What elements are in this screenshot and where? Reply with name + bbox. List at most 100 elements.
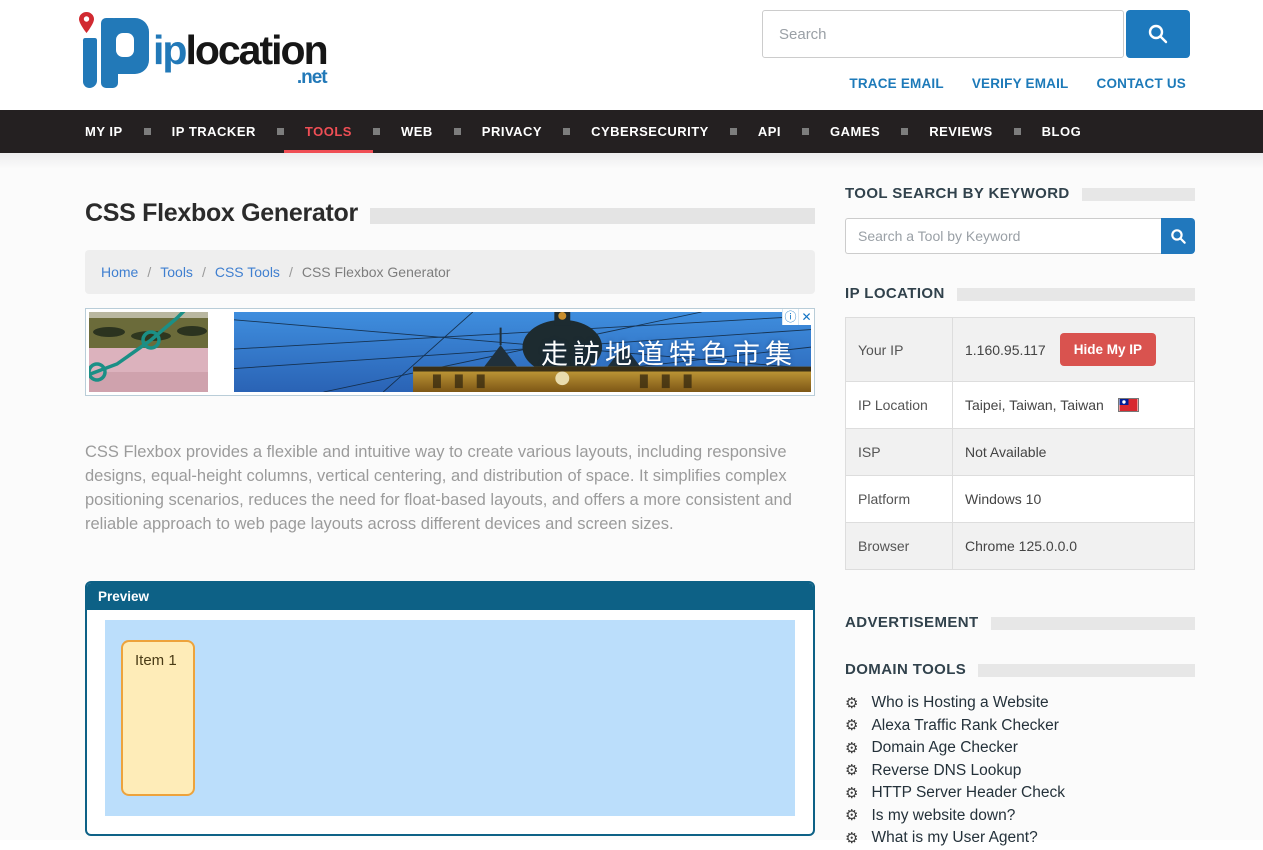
gear-icon: ⚙ xyxy=(845,741,858,756)
ip-row-label: Browser xyxy=(846,523,953,570)
nav-item-blog[interactable]: BLOG xyxy=(1021,110,1103,153)
nav-item-games[interactable]: GAMES xyxy=(809,110,901,153)
domain-tool-label: Is my website down? xyxy=(871,807,1015,825)
tool-search-form xyxy=(845,218,1195,254)
header-search xyxy=(762,10,1190,58)
domain-tool-http-header[interactable]: ⚙ HTTP Server Header Check xyxy=(845,782,1195,804)
nav-separator xyxy=(454,128,461,135)
trace-email-link[interactable]: TRACE EMAIL xyxy=(849,76,943,91)
gear-icon: ⚙ xyxy=(845,763,858,778)
nav-item-api[interactable]: API xyxy=(737,110,802,153)
domain-tools-heading: DOMAIN TOOLS xyxy=(845,661,966,678)
ip-row-label: IP Location xyxy=(846,382,953,429)
tool-description: CSS Flexbox provides a flexible and intu… xyxy=(85,440,797,536)
domain-tools-list: ⚙ Who is Hosting a Website ⚙ Alexa Traff… xyxy=(845,692,1195,849)
ad-headline: 走訪地道特色市集 xyxy=(541,333,797,372)
preview-header: Preview xyxy=(87,583,813,610)
domain-tool-label: Alexa Traffic Rank Checker xyxy=(871,717,1059,735)
flexbox-preview-container: Item 1 xyxy=(105,620,795,816)
breadcrumb-home[interactable]: Home xyxy=(101,264,138,280)
logo-mark-icon xyxy=(75,10,153,92)
search-icon xyxy=(1170,228,1187,245)
tool-search-button[interactable] xyxy=(1161,218,1195,254)
nav-item-my-ip[interactable]: MY IP xyxy=(64,110,144,153)
site-logo[interactable]: iplocation .net xyxy=(75,10,327,92)
nav-item-ip-tracker[interactable]: IP TRACKER xyxy=(151,110,277,153)
breadcrumb-separator: / xyxy=(289,264,293,280)
main-nav: MY IP IP TRACKER TOOLS WEB PRIVACY CYBER… xyxy=(0,110,1263,153)
table-row: Browser Chrome 125.0.0.0 xyxy=(846,523,1195,570)
heading-decoration-bar xyxy=(1082,188,1195,201)
gear-icon: ⚙ xyxy=(845,786,858,801)
ad-close-icon[interactable]: ✕ xyxy=(798,309,814,325)
breadcrumb-separator: / xyxy=(202,264,206,280)
gear-icon: ⚙ xyxy=(845,808,858,823)
page-title: CSS Flexbox Generator xyxy=(85,199,358,228)
browser-value: Chrome 125.0.0.0 xyxy=(953,523,1195,570)
tool-search-heading: TOOL SEARCH BY KEYWORD xyxy=(845,185,1070,202)
domain-tool-label: HTTP Server Header Check xyxy=(871,784,1065,802)
breadcrumb-css-tools[interactable]: CSS Tools xyxy=(215,264,280,280)
ip-location-heading: IP LOCATION xyxy=(845,285,945,302)
verify-email-link[interactable]: VERIFY EMAIL xyxy=(972,76,1069,91)
isp-value: Not Available xyxy=(953,429,1195,476)
ip-row-label: Platform xyxy=(846,476,953,523)
header-search-input[interactable] xyxy=(762,10,1124,58)
hide-my-ip-button[interactable]: Hide My IP xyxy=(1060,333,1156,366)
nav-separator xyxy=(277,128,284,135)
contact-us-link[interactable]: CONTACT US xyxy=(1097,76,1187,91)
ip-row-label: Your IP xyxy=(846,318,953,382)
advertisement-heading-row: ADVERTISEMENT xyxy=(845,614,1195,631)
breadcrumb-tools[interactable]: Tools xyxy=(160,264,193,280)
domain-tool-domain-age[interactable]: ⚙ Domain Age Checker xyxy=(845,737,1195,759)
flexbox-preview-item: Item 1 xyxy=(121,640,195,796)
header-search-button[interactable] xyxy=(1126,10,1190,58)
table-row: Platform Windows 10 xyxy=(846,476,1195,523)
your-ip-value: 1.160.95.117 xyxy=(965,342,1046,358)
main-column: CSS Flexbox Generator Home / Tools / CSS… xyxy=(85,185,815,850)
nav-item-reviews[interactable]: REVIEWS xyxy=(908,110,1013,153)
table-row: Your IP 1.160.95.117 Hide My IP xyxy=(846,318,1195,382)
domain-tool-label: Reverse DNS Lookup xyxy=(871,762,1021,780)
tool-search-heading-row: TOOL SEARCH BY KEYWORD xyxy=(845,185,1195,202)
ad-left-image[interactable] xyxy=(89,312,208,392)
nav-separator xyxy=(802,128,809,135)
nav-separator xyxy=(373,128,380,135)
page-content: CSS Flexbox Generator Home / Tools / CSS… xyxy=(0,153,1263,840)
domain-tool-who-is-hosting[interactable]: ⚙ Who is Hosting a Website xyxy=(845,692,1195,714)
nav-item-web[interactable]: WEB xyxy=(380,110,454,153)
platform-value: Windows 10 xyxy=(953,476,1195,523)
ad-info-icon[interactable]: ⓘ xyxy=(782,309,798,325)
breadcrumb-separator: / xyxy=(147,264,151,280)
title-decoration-bar xyxy=(370,208,815,224)
tool-search-input[interactable] xyxy=(845,218,1161,254)
domain-tool-website-down[interactable]: ⚙ Is my website down? xyxy=(845,805,1195,827)
nav-item-tools[interactable]: TOOLS xyxy=(284,110,373,153)
ip-location-value: Taipei, Taiwan, Taiwan xyxy=(965,397,1104,413)
domain-tool-reverse-dns[interactable]: ⚙ Reverse DNS Lookup xyxy=(845,760,1195,782)
site-header: iplocation .net TRACE EMAIL VERIFY EMAIL… xyxy=(0,0,1263,110)
heading-decoration-bar xyxy=(991,617,1195,630)
nav-item-privacy[interactable]: PRIVACY xyxy=(461,110,563,153)
gear-icon: ⚙ xyxy=(845,696,858,711)
domain-tool-label: Who is Hosting a Website xyxy=(871,694,1048,712)
logo-wordmark: iplocation .net xyxy=(153,30,327,92)
domain-tool-user-agent[interactable]: ⚙ What is my User Agent? xyxy=(845,827,1195,849)
sidebar: TOOL SEARCH BY KEYWORD IP LOCATION Your … xyxy=(845,185,1195,850)
preview-card: Preview Item 1 xyxy=(85,581,815,836)
breadcrumb: Home / Tools / CSS Tools / CSS Flexbox G… xyxy=(85,250,815,294)
table-row: ISP Not Available xyxy=(846,429,1195,476)
map-pin-icon xyxy=(79,12,94,33)
taiwan-flag-icon xyxy=(1118,398,1139,412)
logo-i-shape xyxy=(83,38,97,88)
gear-icon: ⚙ xyxy=(845,831,858,846)
ip-row-label: ISP xyxy=(846,429,953,476)
domain-tool-label: What is my User Agent? xyxy=(871,829,1037,847)
ip-location-table: Your IP 1.160.95.117 Hide My IP IP Locat… xyxy=(845,317,1195,570)
nav-separator xyxy=(901,128,908,135)
domain-tool-alexa-rank[interactable]: ⚙ Alexa Traffic Rank Checker xyxy=(845,715,1195,737)
nav-separator xyxy=(730,128,737,135)
ad-main-image[interactable]: 走訪地道特色市集 xyxy=(234,312,811,392)
nav-separator xyxy=(144,128,151,135)
nav-item-cybersecurity[interactable]: CYBERSECURITY xyxy=(570,110,730,153)
